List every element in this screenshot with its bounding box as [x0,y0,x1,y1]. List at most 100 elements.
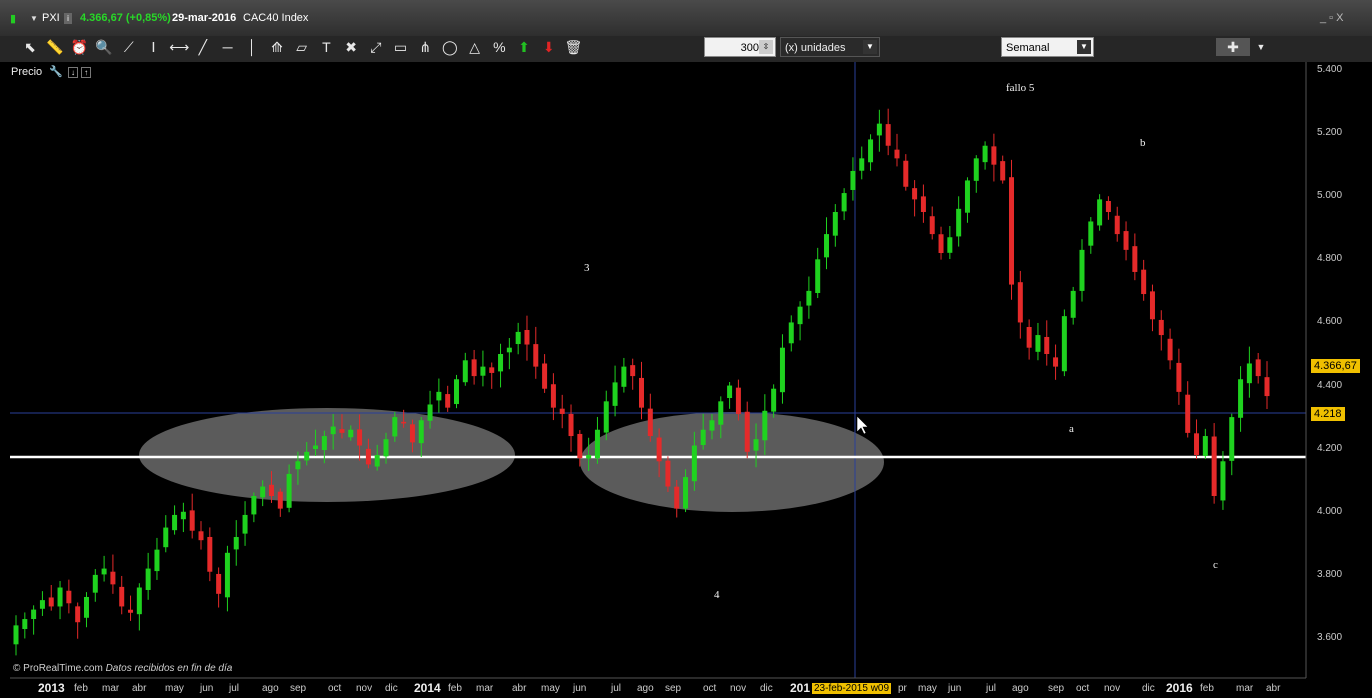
candle-body [66,590,72,604]
footer-credit: © ProRealTime.com Datos recibidos en fin… [13,663,232,674]
candle-body [797,306,803,325]
x-tick-label: abr [512,683,527,694]
candle-body [506,347,512,353]
candle-body [894,149,900,159]
pitchfork-icon[interactable]: ⋔ [416,38,434,56]
chevron-down-icon[interactable]: ▼ [30,14,38,23]
trash-icon[interactable]: 🗑 [564,38,583,56]
candle-body [339,429,345,433]
candle-body [982,145,988,163]
ruler-icon[interactable]: 📏 [46,38,64,56]
candle-body [630,365,636,377]
x-tick-label: sep [1048,683,1065,694]
candle-body [418,420,424,444]
candle-body [489,367,495,373]
chevron-down-icon[interactable]: ▼ [863,40,877,54]
zoom-icon[interactable]: 🔍 [95,38,113,56]
symbol-label[interactable]: PXI [42,12,60,24]
trendline-icon[interactable]: ⟋ [120,38,138,56]
chevron-down-icon[interactable]: ▼ [1077,40,1091,54]
candle-body [815,259,821,294]
x-tick-label: feb [448,683,462,694]
buy-arrow-icon[interactable]: ⬆ [515,38,533,56]
vertical-line-icon[interactable]: Ⅰ [145,38,163,56]
tools-icon[interactable]: ✖ [342,38,360,56]
candle-body [1255,359,1261,377]
candle-body [383,439,389,457]
x-tick-label: abr [1266,683,1281,694]
price-chart[interactable] [0,62,1372,698]
title-date: 29-mar-2016 [172,12,237,24]
window-controls[interactable]: _ ▫ X [1320,12,1343,24]
candle-body [48,597,54,607]
candle-body [295,461,301,470]
sell-arrow-icon[interactable]: ⬇ [540,38,558,56]
candle-body [260,486,266,498]
candle-body [1132,246,1138,272]
candle-body [128,609,134,613]
candle-body [920,196,926,212]
chevron-down-icon[interactable]: ▼ [1252,38,1270,56]
candle-body [612,382,618,406]
candle-body [727,385,733,399]
y-tick-label: 4.000 [1317,505,1343,517]
candle-body [119,586,125,607]
candle-body [1114,215,1120,235]
vertical-marker-icon[interactable]: │ [243,38,261,56]
units-input[interactable]: 300 ⇳ [704,37,776,57]
candle-body [550,384,556,408]
candle-body [374,454,380,467]
candle-body [1246,363,1252,384]
candle-body [1053,357,1059,367]
horizontal-segment-icon[interactable]: ⟷ [169,38,189,56]
percent-icon[interactable]: % [490,38,508,56]
y-tick-label: 4.800 [1317,253,1343,265]
candle-body [471,359,477,377]
candle-body [1035,335,1041,352]
wrench-icon[interactable]: 🔧 [49,66,63,78]
period-select[interactable]: Semanal ▼ [1001,37,1094,57]
candle-body [956,208,962,237]
units-select[interactable]: (x) unidades ▼ [780,37,880,57]
x-tick-label: nov [356,683,373,694]
candle-body [964,180,970,213]
triangle-icon[interactable]: △ [466,38,484,56]
candle-body [542,363,548,389]
candle-body [101,568,107,575]
y-tick-label: 4.400 [1317,379,1343,391]
indicator-add-icon[interactable]: ✚ [1216,38,1250,56]
horizontal-line-icon[interactable]: ─ [219,38,237,56]
fan-icon[interactable]: ⟰ [268,38,286,56]
alarm-icon[interactable]: ⏰ [70,38,88,56]
candle-body [57,587,63,607]
diagonal-line-icon[interactable]: ╱ [194,38,212,56]
x-tick-label: dic [1142,683,1155,694]
candle-body [832,212,838,236]
candle-body [973,158,979,181]
channel-icon[interactable]: ▱ [293,38,311,56]
candle-body [1185,394,1191,433]
y-tick-label: 5.400 [1317,64,1343,75]
rectangle-icon[interactable]: ▭ [392,38,410,56]
candle-body [1194,433,1200,455]
ellipse-icon[interactable]: ◯ [441,38,459,56]
x-tick-label: sep [665,683,682,694]
info-icon[interactable]: i [64,13,72,24]
chart-type-icon[interactable]: ▮ [10,12,16,25]
move-up-icon[interactable]: ↑ [81,67,92,78]
expand-icon[interactable]: ⤢ [367,38,385,56]
units-label: (x) unidades [785,42,846,54]
x-tick-label: nov [730,683,747,694]
cursor-icon[interactable]: ⬉ [21,38,39,56]
move-down-icon[interactable]: ↓ [68,67,79,78]
candle-body [762,410,768,441]
spinner-icon[interactable]: ⇳ [759,40,773,54]
candle-body [744,411,750,452]
crosshair-date-tag: 23-feb-2015 w09 [812,683,892,694]
precio-panel-label[interactable]: Precio 🔧 ↓ ↑ [11,65,92,78]
candle-body [1070,290,1076,318]
x-tick-label: abr [132,683,147,694]
support-zone-ellipse [580,412,884,512]
text-icon[interactable]: T [317,38,335,56]
candle-body [321,436,327,451]
